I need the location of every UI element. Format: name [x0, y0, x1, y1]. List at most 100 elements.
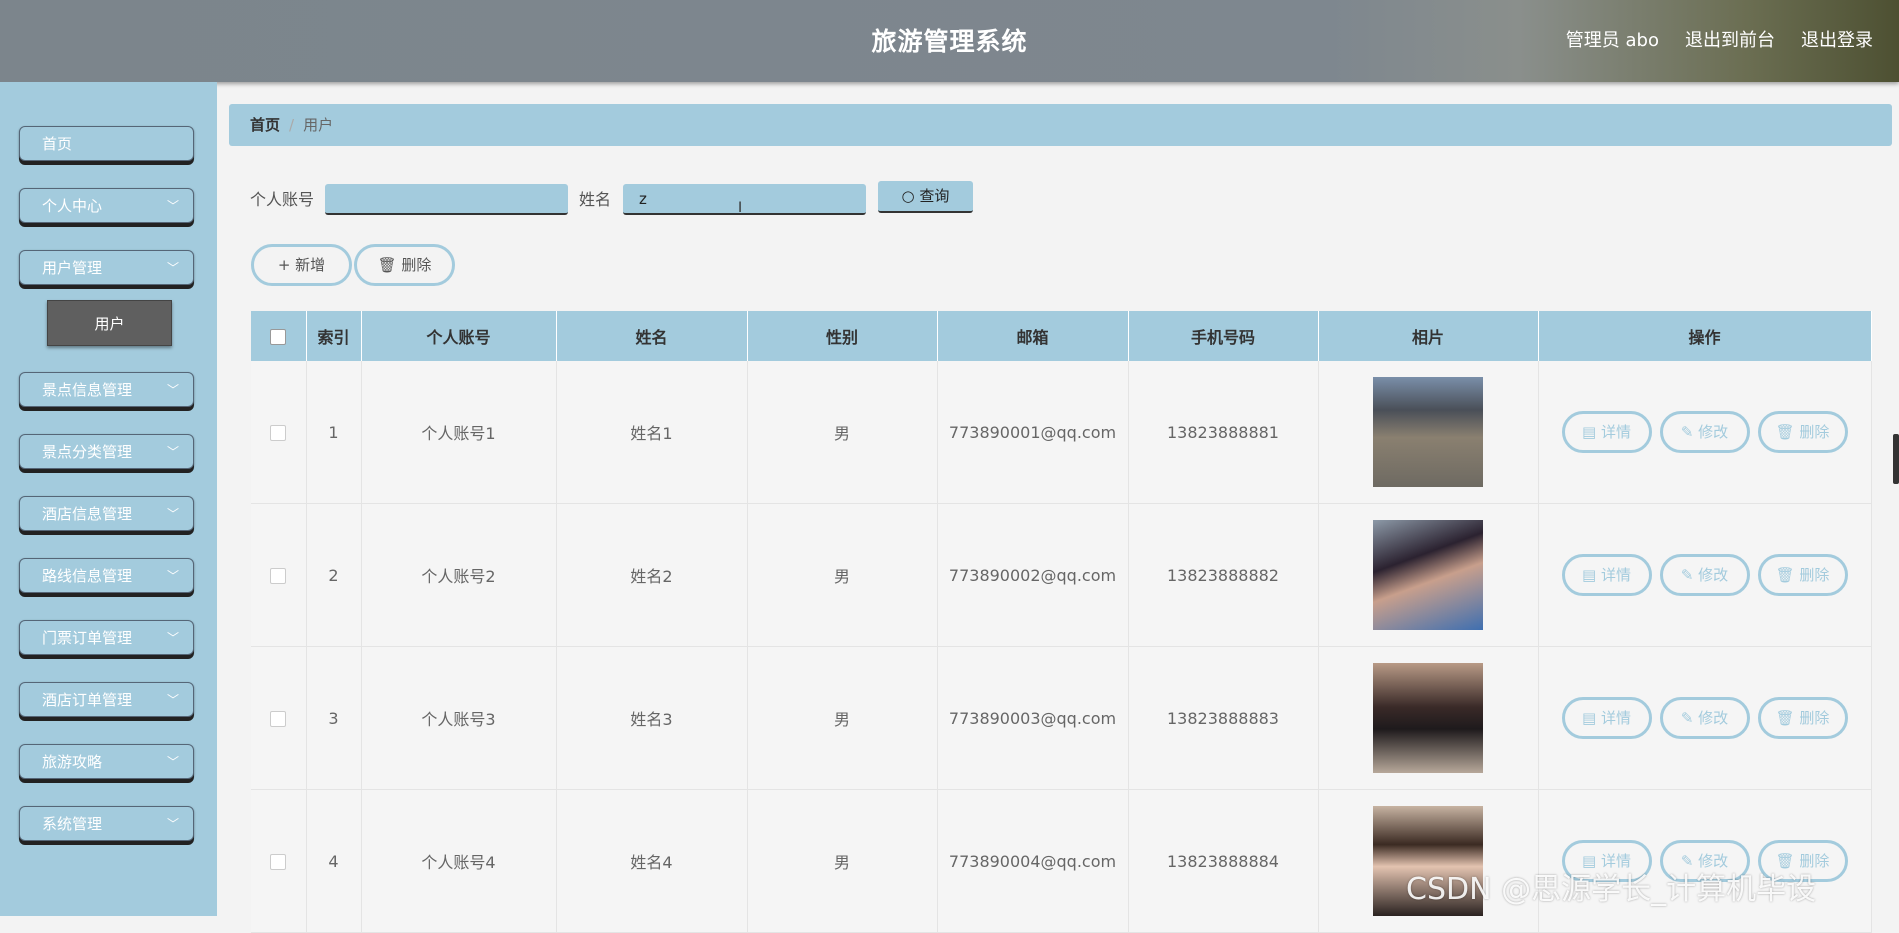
row-checkbox[interactable] — [270, 711, 287, 727]
cell-account: 个人账号2 — [361, 503, 557, 647]
logout-link[interactable]: 退出登录 — [1801, 26, 1873, 52]
name-input-value: z — [639, 190, 647, 208]
sidebar-item-label: 路线信息管理 — [42, 567, 133, 585]
breadcrumb-separator: / — [289, 116, 295, 134]
chevron-down-icon: ﹀ — [166, 383, 179, 397]
sidebar-item-home[interactable]: 首页 — [19, 126, 194, 161]
batch-delete-label: 删除 — [401, 256, 432, 274]
pencil-icon: ✎ — [1680, 423, 1694, 441]
watermark: CSDN @思源学长_计算机毕设 — [1406, 872, 1817, 907]
cell-gender: 男 — [747, 361, 938, 504]
sidebar-item-label: 酒店信息管理 — [42, 505, 133, 523]
sidebar-item-hotel-orders[interactable]: 酒店订单管理 ﹀ — [19, 682, 194, 717]
user-photo[interactable] — [1373, 377, 1483, 487]
exit-to-front-link[interactable]: 退出到前台 — [1685, 26, 1775, 52]
query-button-label: 查询 — [919, 187, 950, 205]
admin-label: 管理员 abo — [1565, 30, 1659, 51]
sidebar-item-label: 首页 — [42, 135, 73, 153]
edit-button[interactable]: ✎ 修改 — [1659, 411, 1750, 453]
cell-email: 773890003@qq.com — [937, 646, 1129, 790]
detail-button-label: 详情 — [1600, 423, 1631, 441]
detail-button[interactable]: ▤ 详情 — [1561, 697, 1652, 739]
breadcrumb-home[interactable]: 首页 — [250, 116, 280, 134]
edit-button-label: 修改 — [1698, 709, 1729, 727]
delete-button[interactable]: 🗑 删除 — [1757, 554, 1848, 596]
top-header: 旅游管理系统 管理员 abo 退出到前台 退出登录 — [0, 0, 1899, 82]
delete-button-label: 删除 — [1799, 423, 1830, 441]
account-search-input[interactable] — [325, 184, 568, 215]
sidebar-item-route-info[interactable]: 路线信息管理 ﹀ — [19, 558, 194, 593]
chevron-down-icon: ﹀ — [166, 569, 179, 583]
table-row: 1 个人账号1 姓名1 男 773890001@qq.com 138238888… — [251, 361, 1872, 504]
cell-account: 个人账号4 — [361, 789, 557, 933]
delete-button-label: 删除 — [1799, 709, 1830, 727]
detail-button-label: 详情 — [1600, 566, 1631, 584]
column-header: 性别 — [747, 311, 938, 361]
cell-gender: 男 — [747, 646, 938, 790]
sidebar-item-hotel-info[interactable]: 酒店信息管理 ﹀ — [19, 496, 194, 531]
user-table: 索引 个人账号 姓名 性别 邮箱 手机号码 相片 操作 1 个人账号1 姓名1 … — [251, 311, 1872, 933]
sidebar-item-system-management[interactable]: 系统管理 ﹀ — [19, 806, 194, 841]
pencil-icon: ✎ — [1680, 566, 1694, 584]
name-search-input[interactable]: z — [623, 184, 866, 215]
table-row: 4 个人账号4 姓名4 男 773890004@qq.com 138238888… — [251, 789, 1872, 933]
query-button[interactable]: ○ 查询 — [878, 181, 973, 213]
cell-phone: 13823888882 — [1128, 503, 1319, 647]
cell-account: 个人账号1 — [361, 361, 557, 504]
batch-delete-button[interactable]: 🗑 删除 — [354, 244, 455, 286]
sidebar-item-personal-center[interactable]: 个人中心 ﹀ — [19, 188, 194, 223]
trash-icon: 🗑 — [377, 256, 397, 274]
sidebar-item-user-management[interactable]: 用户管理 ﹀ — [19, 250, 194, 285]
cell-phone: 13823888884 — [1128, 789, 1319, 933]
chevron-down-icon: ﹀ — [166, 261, 179, 275]
sidebar-subitem-user[interactable]: 用户 — [47, 300, 172, 346]
chevron-down-icon: ﹀ — [166, 445, 179, 459]
cell-phone: 13823888881 — [1128, 361, 1319, 504]
sidebar-item-label: 用户管理 — [42, 259, 103, 277]
sidebar-item-scenic-info[interactable]: 景点信息管理 ﹀ — [19, 372, 194, 407]
trash-icon: 🗑 — [1775, 423, 1795, 441]
edit-button-label: 修改 — [1698, 423, 1729, 441]
select-all-checkbox[interactable] — [270, 329, 287, 345]
chevron-down-icon: ﹀ — [166, 693, 179, 707]
chevron-down-icon: ﹀ — [166, 755, 179, 769]
row-checkbox[interactable] — [270, 568, 287, 584]
add-button[interactable]: + 新增 — [251, 244, 352, 286]
plus-icon: + — [277, 256, 291, 274]
sidebar-item-scenic-category[interactable]: 景点分类管理 ﹀ — [19, 434, 194, 469]
sidebar: 首页 个人中心 ﹀ 用户管理 ﹀ 用户 景点信息管理 ﹀ 景点分类管理 ﹀ 酒店信息管理… — [0, 82, 217, 916]
delete-button[interactable]: 🗑 删除 — [1757, 411, 1848, 453]
column-header: 姓名 — [556, 311, 748, 361]
column-header: 相片 — [1318, 311, 1539, 361]
row-checkbox[interactable] — [270, 854, 287, 870]
chevron-down-icon: ﹀ — [166, 631, 179, 645]
sidebar-item-ticket-orders[interactable]: 门票订单管理 ﹀ — [19, 620, 194, 655]
sidebar-item-label: 旅游攻略 — [42, 753, 103, 771]
user-photo[interactable] — [1373, 663, 1483, 773]
table-header-row: 索引 个人账号 姓名 性别 邮箱 手机号码 相片 操作 — [251, 311, 1872, 361]
detail-button[interactable]: ▤ 详情 — [1561, 554, 1652, 596]
breadcrumb: 首页 / 用户 — [229, 104, 1892, 146]
edit-button[interactable]: ✎ 修改 — [1659, 697, 1750, 739]
column-header: 手机号码 — [1128, 311, 1319, 361]
header-links: 管理员 abo 退出到前台 退出登录 — [1566, 26, 1873, 52]
edit-button[interactable]: ✎ 修改 — [1659, 554, 1750, 596]
edit-button-label: 修改 — [1698, 566, 1729, 584]
detail-button[interactable]: ▤ 详情 — [1561, 411, 1652, 453]
user-photo[interactable] — [1373, 520, 1483, 630]
breadcrumb-current: 用户 — [303, 116, 334, 134]
page-scrollbar[interactable] — [1893, 434, 1899, 484]
sidebar-item-label: 景点分类管理 — [42, 443, 133, 461]
cell-email: 773890004@qq.com — [937, 789, 1129, 933]
cell-account: 个人账号3 — [361, 646, 557, 790]
search-icon: ○ — [901, 187, 915, 205]
sidebar-item-travel-guides[interactable]: 旅游攻略 ﹀ — [19, 744, 194, 779]
column-header: 操作 — [1538, 311, 1872, 361]
cell-name: 姓名2 — [556, 503, 748, 647]
select-all-header[interactable] — [251, 311, 307, 361]
cell-phone: 13823888883 — [1128, 646, 1319, 790]
row-checkbox[interactable] — [270, 425, 287, 441]
name-label: 姓名 — [579, 190, 612, 209]
cell-index: 1 — [306, 361, 362, 504]
delete-button[interactable]: 🗑 删除 — [1757, 697, 1848, 739]
